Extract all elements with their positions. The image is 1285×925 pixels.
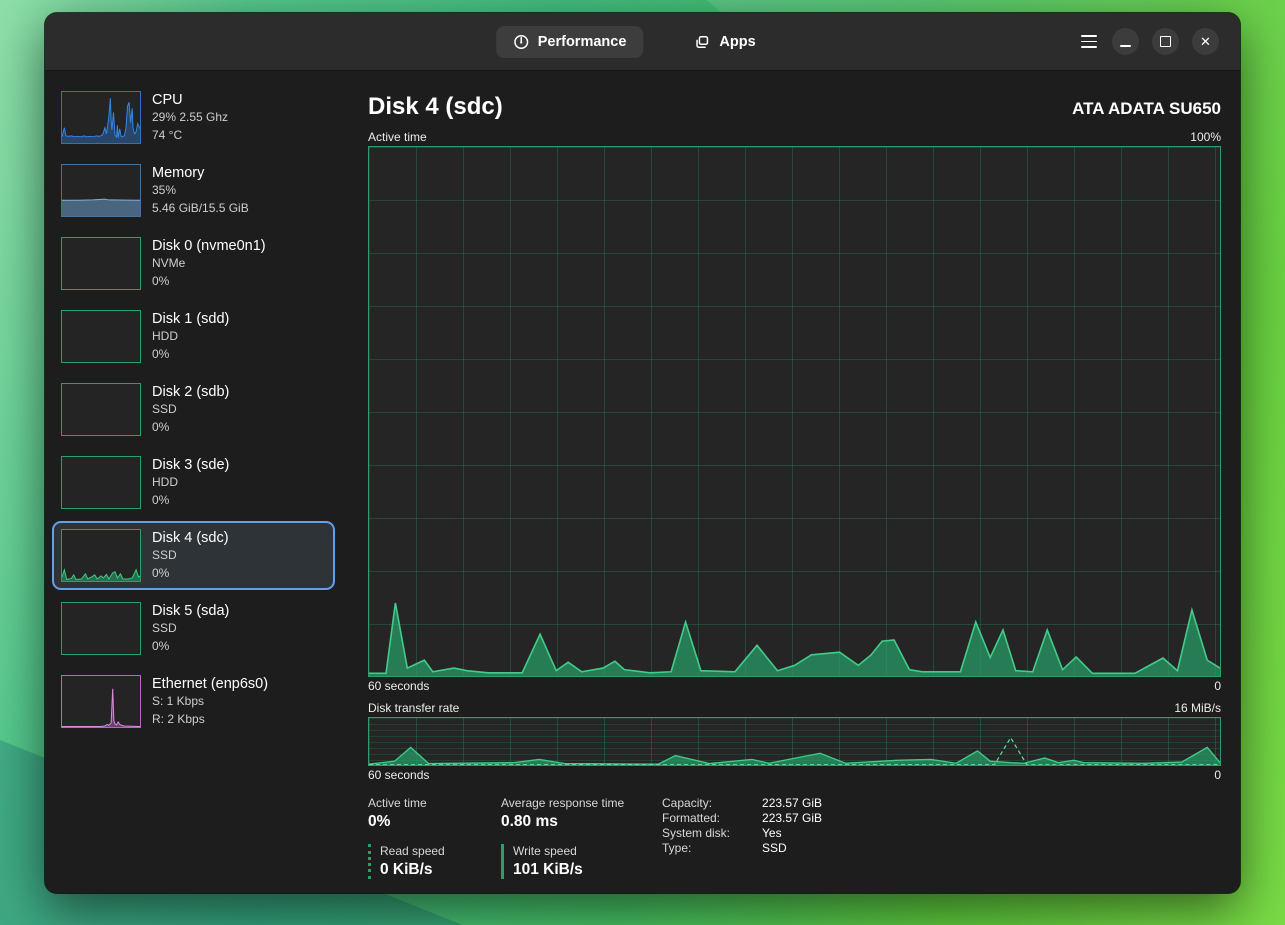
maximize-button[interactable] — [1152, 28, 1179, 55]
write-speed-label: Write speed — [513, 844, 649, 858]
sidebar-item-title: Memory — [152, 164, 249, 182]
info-label-type: Type: — [662, 841, 730, 855]
close-icon: ✕ — [1200, 35, 1211, 48]
tab-performance-label: Performance — [538, 34, 627, 50]
sidebar-item-line1: 35% — [152, 182, 249, 199]
sidebar-item-line1: HDD — [152, 328, 229, 345]
sidebar-item-line1: SSD — [152, 401, 229, 418]
disk3-mini-chart — [61, 456, 141, 509]
sidebar-item-cpu[interactable]: CPU 29% 2.55 Ghz 74 °C — [52, 83, 335, 152]
info-label-capacity: Capacity: — [662, 796, 730, 810]
disk-info-table: Capacity: 223.57 GiB Formatted: 223.57 G… — [662, 796, 822, 879]
active-time-chart — [368, 146, 1221, 677]
sidebar-item-disk1[interactable]: Disk 1 (sdd) HDD 0% — [52, 302, 335, 371]
sidebar-item-disk4-selected[interactable]: Disk 4 (sdc) SSD 0% — [52, 521, 335, 590]
info-label-formatted: Formatted: — [662, 811, 730, 825]
sidebar-item-title: Ethernet (enp6s0) — [152, 675, 268, 693]
main-panel: Disk 4 (sdc) ATA ADATA SU650 Active time… — [341, 71, 1240, 893]
active-time-chart-label: Active time — [368, 130, 427, 144]
mission-center-window: Performance Apps ✕ — [45, 13, 1240, 893]
sidebar-item-line2: 0% — [152, 346, 229, 363]
disk0-mini-chart — [61, 237, 141, 290]
sidebar-item-line1: HDD — [152, 474, 229, 491]
info-value-system-disk: Yes — [762, 826, 822, 840]
write-speed-value: 101 KiB/s — [513, 861, 649, 879]
disk2-mini-chart — [61, 383, 141, 436]
transfer-rate-ymax-label: 16 MiB/s — [1174, 701, 1221, 715]
sidebar-item-title: Disk 0 (nvme0n1) — [152, 237, 266, 255]
read-speed-block: Read speed 0 KiB/s — [368, 844, 501, 879]
active-time-ymax-label: 100% — [1190, 130, 1221, 144]
sidebar-item-line1: 29% 2.55 Ghz — [152, 109, 228, 126]
sidebar-item-title: Disk 1 (sdd) — [152, 310, 229, 328]
transfer-rate-chart — [368, 717, 1221, 766]
sidebar-item-line1: S: 1 Kbps — [152, 693, 268, 710]
memory-mini-chart — [61, 164, 141, 217]
sidebar-item-title: Disk 4 (sdc) — [152, 529, 229, 547]
disk-model-label: ATA ADATA SU650 — [1072, 99, 1221, 119]
active-time-stat-label: Active time — [368, 796, 501, 810]
sidebar-item-line2: 5.46 GiB/15.5 GiB — [152, 200, 249, 217]
maximize-icon — [1160, 36, 1171, 47]
info-label-system-disk: System disk: — [662, 826, 730, 840]
info-value-capacity: 223.57 GiB — [762, 796, 822, 810]
write-speed-block: Write speed 101 KiB/s — [501, 844, 649, 879]
sidebar-item-line2: 0% — [152, 419, 229, 436]
speedometer-icon — [513, 34, 529, 50]
window-controls: ✕ — [1079, 28, 1240, 55]
sidebar-item-disk3[interactable]: Disk 3 (sde) HDD 0% — [52, 448, 335, 517]
ethernet-mini-chart — [61, 675, 141, 728]
sidebar-item-disk0[interactable]: Disk 0 (nvme0n1) NVMe 0% — [52, 229, 335, 298]
response-time-value: 0.80 ms — [501, 813, 649, 831]
sidebar-item-line2: 0% — [152, 565, 229, 582]
sidebar-item-line2: R: 2 Kbps — [152, 711, 268, 728]
active-time-xmin-label: 60 seconds — [368, 679, 429, 693]
minimize-button[interactable] — [1112, 28, 1139, 55]
view-switcher: Performance Apps — [496, 13, 773, 70]
cpu-mini-chart — [61, 91, 141, 144]
apps-icon — [694, 34, 710, 50]
desktop-wallpaper: Performance Apps ✕ — [0, 0, 1285, 925]
sidebar-item-memory[interactable]: Memory 35% 5.46 GiB/15.5 GiB — [52, 156, 335, 225]
read-speed-label: Read speed — [380, 844, 501, 858]
sidebar: CPU 29% 2.55 Ghz 74 °C Memory 35% 5.46 G… — [45, 71, 341, 893]
transfer-rate-xmax-label: 0 — [1214, 768, 1221, 782]
tab-performance[interactable]: Performance — [496, 26, 644, 58]
minimize-icon — [1120, 45, 1131, 47]
sidebar-item-disk5[interactable]: Disk 5 (sda) SSD 0% — [52, 594, 335, 663]
info-value-type: SSD — [762, 841, 822, 855]
active-time-xmax-label: 0 — [1214, 679, 1221, 693]
tab-apps-label: Apps — [719, 34, 755, 50]
response-time-label: Average response time — [501, 796, 649, 810]
sidebar-item-line1: SSD — [152, 547, 229, 564]
stats-section: Active time 0% Read speed 0 KiB/s Averag… — [368, 796, 1221, 879]
disk5-mini-chart — [61, 602, 141, 655]
hamburger-menu-icon[interactable] — [1079, 30, 1099, 52]
sidebar-item-title: CPU — [152, 91, 228, 109]
sidebar-item-line1: SSD — [152, 620, 229, 637]
info-value-formatted: 223.57 GiB — [762, 811, 822, 825]
sidebar-item-disk2[interactable]: Disk 2 (sdb) SSD 0% — [52, 375, 335, 444]
sidebar-item-title: Disk 2 (sdb) — [152, 383, 229, 401]
sidebar-item-title: Disk 3 (sde) — [152, 456, 229, 474]
sidebar-item-line2: 0% — [152, 273, 266, 290]
tab-apps[interactable]: Apps — [677, 26, 772, 58]
disk1-mini-chart — [61, 310, 141, 363]
active-time-stat-value: 0% — [368, 813, 501, 831]
page-title: Disk 4 (sdc) — [368, 93, 503, 121]
disk4-mini-chart — [61, 529, 141, 582]
read-speed-value: 0 KiB/s — [380, 861, 501, 879]
sidebar-item-line2: 0% — [152, 638, 229, 655]
sidebar-item-ethernet[interactable]: Ethernet (enp6s0) S: 1 Kbps R: 2 Kbps — [52, 667, 335, 736]
sidebar-item-line2: 74 °C — [152, 127, 228, 144]
sidebar-item-line2: 0% — [152, 492, 229, 509]
transfer-rate-xmin-label: 60 seconds — [368, 768, 429, 782]
sidebar-item-line1: NVMe — [152, 255, 266, 272]
sidebar-item-title: Disk 5 (sda) — [152, 602, 229, 620]
transfer-rate-chart-label: Disk transfer rate — [368, 701, 459, 715]
title-bar[interactable]: Performance Apps ✕ — [45, 13, 1240, 70]
close-button[interactable]: ✕ — [1192, 28, 1219, 55]
